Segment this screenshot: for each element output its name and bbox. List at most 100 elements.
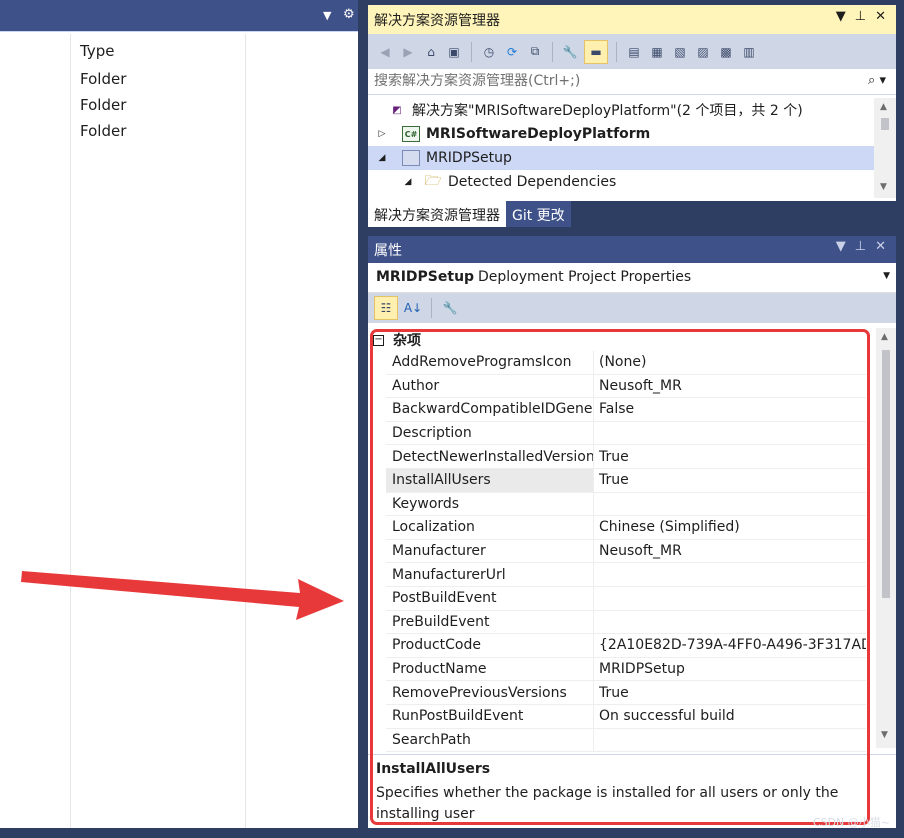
tree-item-label: MRISoftwareDeployPlatform [426, 126, 651, 142]
property-value[interactable]: Chinese (Simplified) [594, 519, 866, 535]
solution-explorer-scrollbar[interactable]: ▲ ▼ [874, 98, 896, 198]
window-position-dropdown-icon[interactable]: ▼ [836, 239, 846, 254]
category-label: 杂项 [393, 333, 421, 349]
categorized-icon[interactable]: ☷ [374, 296, 398, 320]
list-item-type[interactable]: Folder [80, 96, 126, 114]
file-types-editor-icon[interactable]: ▧ [671, 43, 689, 61]
column-divider[interactable] [245, 34, 246, 828]
pin-icon[interactable]: ⊥ [855, 239, 866, 254]
solution-explorer-panel: 解决方案资源管理器 ▼ ⊥ ✕ ◀ ▶ ⌂ ▣ ◷ ⟳ ⧉ 🔧 ▬ ▤ ▦ ▧ … [368, 5, 896, 227]
collapse-arrow-icon[interactable]: ◢ [402, 177, 414, 187]
close-icon[interactable]: ✕ [875, 9, 886, 24]
window-position-dropdown-icon[interactable]: ▼ [836, 9, 846, 24]
property-row[interactable]: ProductCode {2A10E82D-739A-4FF0-A496-3F31… [386, 634, 866, 658]
property-name: PreBuildEvent [386, 610, 594, 634]
property-value[interactable]: Neusoft_MR [594, 543, 866, 559]
scroll-up-arrow-icon[interactable]: ▲ [881, 332, 888, 342]
scroll-down-arrow-icon[interactable]: ▼ [881, 730, 888, 740]
tab-solution-explorer[interactable]: 解决方案资源管理器 [368, 201, 506, 227]
solution-explorer-tabs: 解决方案资源管理器 Git 更改 [368, 201, 896, 227]
switch-views-icon[interactable]: ▣ [445, 43, 463, 61]
property-value[interactable]: {2A10E82D-739A-4FF0-A496-3F317AD [594, 637, 866, 653]
properties-title: 属性 [374, 243, 402, 259]
property-row[interactable]: SearchPath [386, 728, 866, 753]
property-name: BackwardCompatibleIDGeneration [386, 398, 594, 421]
property-row[interactable]: Localization Chinese (Simplified) [386, 516, 866, 540]
forward-icon[interactable]: ▶ [399, 43, 417, 61]
property-row[interactable]: ProductName MRIDPSetup [386, 657, 866, 682]
pending-changes-filter-icon[interactable]: ◷ [480, 43, 498, 61]
properties-panel: 属性 ▼ ⊥ ✕ MRIDPSetup Deployment Project P… [368, 236, 896, 828]
preview-selected-items-icon[interactable]: ▬ [584, 39, 608, 64]
property-row[interactable]: Keywords [386, 492, 866, 517]
property-value[interactable]: Neusoft_MR [594, 378, 866, 394]
tree-item-setup-project[interactable]: ◢ MRIDPSetup [368, 146, 874, 170]
search-icon[interactable]: ⌕ ▾ [868, 73, 886, 88]
tree-item-solution[interactable]: ◩ 解决方案"MRISoftwareDeployPlatform"(2 个项目，… [368, 98, 874, 122]
category-row[interactable]: − 杂项 [368, 329, 878, 351]
user-interface-editor-icon[interactable]: ▨ [694, 43, 712, 61]
property-value[interactable]: True [594, 685, 866, 701]
property-value[interactable]: False [594, 401, 866, 417]
tree-item-project[interactable]: ▷ C# MRISoftwareDeployPlatform [368, 122, 874, 146]
property-row[interactable]: Manufacturer Neusoft_MR [386, 539, 866, 564]
property-row-selected[interactable]: InstallAllUsers True [386, 469, 866, 493]
type-column-header[interactable]: Type [80, 42, 114, 60]
property-row[interactable]: Description [386, 421, 866, 446]
expand-arrow-icon[interactable]: ▷ [376, 129, 388, 139]
property-name: Author [386, 374, 594, 398]
home-icon[interactable]: ⌂ [422, 43, 440, 61]
property-row[interactable]: BackwardCompatibleIDGenerationFalse [386, 398, 866, 422]
list-item-type[interactable]: Folder [80, 70, 126, 88]
toolbar-separator [552, 41, 553, 62]
property-row[interactable]: RemovePreviousVersions True [386, 681, 866, 705]
scroll-up-arrow-icon[interactable]: ▲ [880, 102, 887, 112]
pin-icon[interactable]: ⊥ [855, 9, 866, 24]
custom-actions-editor-icon[interactable]: ▩ [717, 43, 735, 61]
search-input[interactable] [374, 73, 844, 89]
gear-icon[interactable]: ⚙ [343, 7, 355, 22]
back-icon[interactable]: ◀ [376, 43, 394, 61]
property-value[interactable]: True [594, 449, 866, 465]
property-row[interactable]: RunPostBuildEvent On successful build [386, 705, 866, 729]
column-divider[interactable] [70, 34, 71, 828]
collapse-box-icon[interactable]: − [373, 334, 384, 346]
properties-wrench-icon[interactable]: 🔧 [561, 43, 579, 61]
property-row[interactable]: Author Neusoft_MR [386, 374, 866, 399]
registry-editor-icon[interactable]: ▦ [648, 43, 666, 61]
property-value[interactable]: True [594, 472, 866, 488]
launch-conditions-editor-icon[interactable]: ▥ [740, 43, 758, 61]
property-name: PostBuildEvent [386, 587, 594, 610]
property-row[interactable]: ManufacturerUrl [386, 563, 866, 587]
collapse-arrow-icon[interactable]: ◢ [376, 153, 388, 163]
list-item-type[interactable]: Folder [80, 122, 126, 140]
property-row[interactable]: DetectNewerInstalledVersion True [386, 445, 866, 469]
description-text: Specifies whether the package is install… [376, 785, 839, 822]
object-selector[interactable]: MRIDPSetup Deployment Project Properties… [368, 263, 896, 293]
properties-titlebar[interactable]: 属性 ▼ ⊥ ✕ [368, 236, 896, 263]
property-value[interactable]: MRIDPSetup [594, 661, 866, 677]
chevron-down-icon[interactable]: ▼ [883, 271, 890, 281]
dropdown-arrow-icon[interactable]: ▼ [323, 9, 331, 22]
collapse-all-icon[interactable]: ⧉ [526, 43, 544, 61]
tree-item-label: 解决方案"MRISoftwareDeployPlatform"(2 个项目，共 … [412, 103, 803, 119]
scrollbar-thumb[interactable] [881, 118, 889, 130]
property-grid-scrollbar[interactable]: ▲ ▼ [876, 328, 896, 748]
scroll-down-arrow-icon[interactable]: ▼ [880, 182, 887, 192]
tab-git-changes[interactable]: Git 更改 [506, 201, 571, 227]
property-value[interactable]: (None) [594, 354, 866, 370]
property-value[interactable]: On successful build [594, 708, 866, 724]
property-row[interactable]: PreBuildEvent [386, 610, 866, 635]
file-system-editor-icon[interactable]: ▤ [625, 43, 643, 61]
folder-icon: 🗁 [424, 173, 442, 189]
property-row[interactable]: AddRemoveProgramsIcon (None) [386, 351, 866, 375]
alphabetical-sort-icon[interactable]: A↓ [404, 299, 422, 317]
property-name: Description [386, 421, 594, 445]
property-row[interactable]: PostBuildEvent [386, 587, 866, 611]
property-pages-wrench-icon[interactable]: 🔧 [441, 299, 459, 317]
solution-explorer-titlebar[interactable]: 解决方案资源管理器 ▼ ⊥ ✕ [368, 5, 896, 34]
scrollbar-thumb[interactable] [882, 350, 890, 598]
close-icon[interactable]: ✕ [875, 239, 886, 254]
sync-icon[interactable]: ⟳ [503, 43, 521, 61]
tree-item-folder[interactable]: ◢ 🗁 Detected Dependencies [368, 170, 874, 194]
